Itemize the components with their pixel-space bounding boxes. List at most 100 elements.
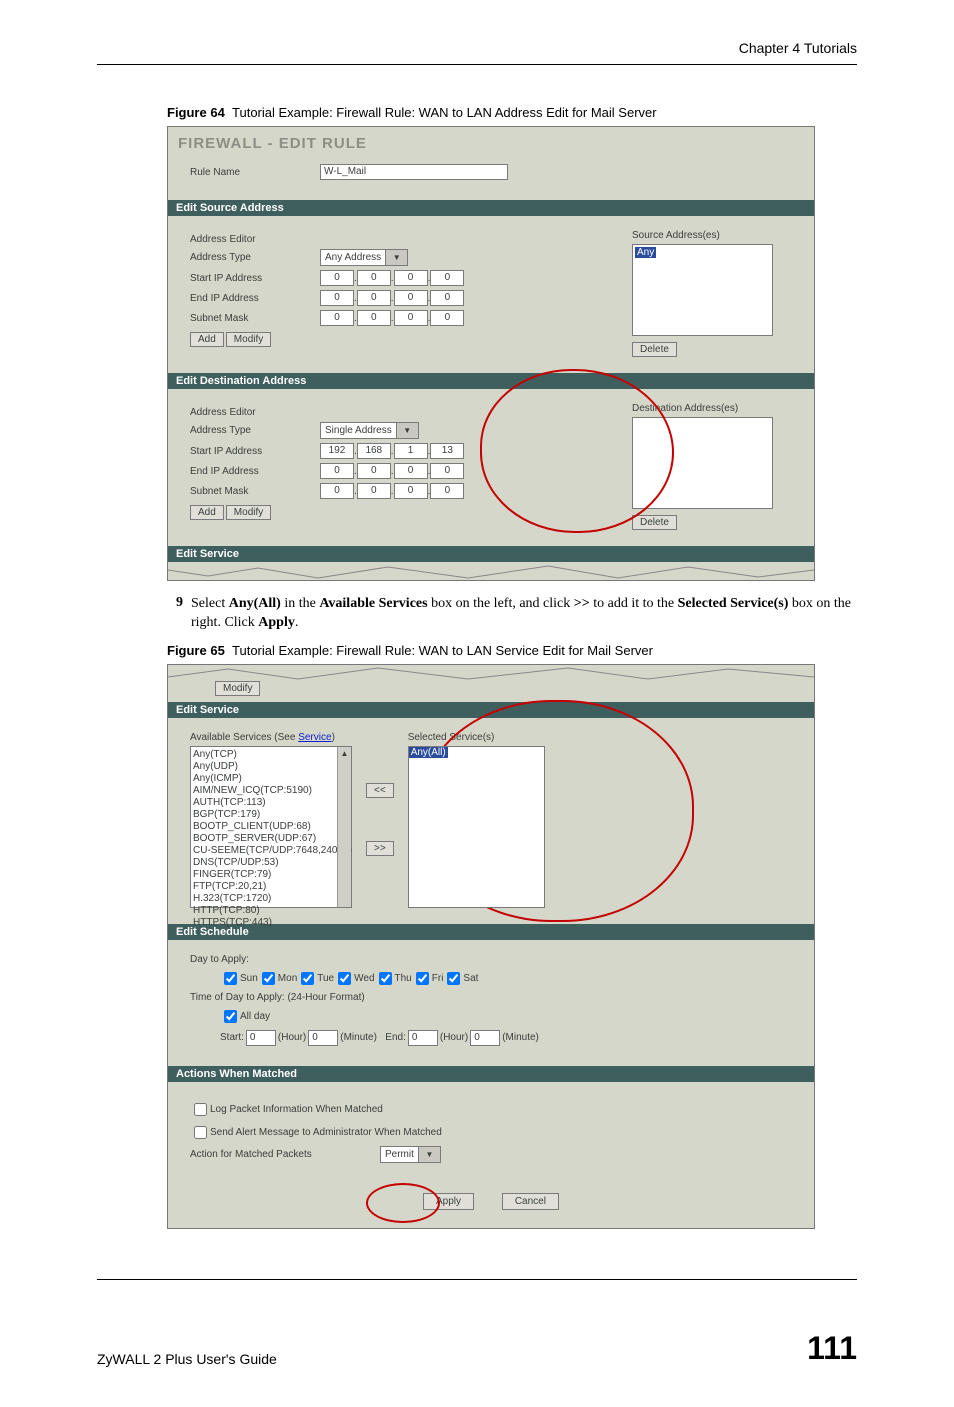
available-service-item[interactable]: H.323(TCP:1720) <box>193 893 337 905</box>
day-checkbox[interactable] <box>447 972 460 985</box>
day-label: Mon <box>278 973 297 984</box>
page-rule-bottom <box>97 1279 857 1280</box>
src-modify-button[interactable]: Modify <box>226 332 271 347</box>
avail-label: Available Services (See <box>190 732 298 743</box>
selected-services-list[interactable]: Any(All) <box>408 746 545 908</box>
available-service-item[interactable]: Any(TCP) <box>193 749 337 761</box>
figure65-screenshot: Modify Edit Service Available Services (… <box>167 664 815 1229</box>
dst-end-3[interactable]: 0 <box>394 463 428 479</box>
src-start-3[interactable]: 0 <box>394 270 428 286</box>
dst-mask-1[interactable]: 0 <box>320 483 354 499</box>
src-list-label: Source Address(es) <box>632 230 792 241</box>
start-hour[interactable]: 0 <box>246 1030 276 1046</box>
dst-mask-4[interactable]: 0 <box>430 483 464 499</box>
src-end-4[interactable]: 0 <box>430 290 464 306</box>
src-end-2[interactable]: 0 <box>357 290 391 306</box>
available-service-item[interactable]: HTTPS(TCP:443) <box>193 917 337 929</box>
src-add-button[interactable]: Add <box>190 332 224 347</box>
annotation-oval-dest <box>480 369 674 533</box>
available-service-item[interactable]: BOOTP_SERVER(UDP:67) <box>193 833 337 845</box>
dst-mask-2[interactable]: 0 <box>357 483 391 499</box>
dst-start-4[interactable]: 13 <box>430 443 464 459</box>
action-label: Action for Matched Packets <box>190 1149 380 1160</box>
src-start-label: Start IP Address <box>190 273 320 284</box>
src-end-1[interactable]: 0 <box>320 290 354 306</box>
src-list-item[interactable]: Any <box>635 247 656 258</box>
dst-start-3[interactable]: 1 <box>394 443 428 459</box>
src-type-select[interactable]: Any Address ▼ <box>320 249 408 266</box>
log-checkbox[interactable] <box>194 1103 207 1116</box>
dst-end-2[interactable]: 0 <box>357 463 391 479</box>
scrollbar-track[interactable] <box>337 761 351 907</box>
day-checkbox[interactable] <box>262 972 275 985</box>
dst-add-button[interactable]: Add <box>190 505 224 520</box>
service-link[interactable]: Service <box>298 732 331 743</box>
src-type-label: Address Type <box>190 252 320 263</box>
figure65-title: Tutorial Example: Firewall Rule: WAN to … <box>232 643 653 658</box>
src-type-value: Any Address <box>321 252 385 263</box>
dst-type-select[interactable]: Single Address ▼ <box>320 422 419 439</box>
dst-mask-3[interactable]: 0 <box>394 483 428 499</box>
page-number: 111 <box>807 1330 857 1367</box>
rule-name-input[interactable]: W-L_Mail <box>320 164 508 180</box>
dst-start-1[interactable]: 192 <box>320 443 354 459</box>
selected-item[interactable]: Any(All) <box>409 747 448 758</box>
day-checkbox[interactable] <box>224 972 237 985</box>
alert-checkbox[interactable] <box>194 1126 207 1139</box>
src-mask-2[interactable]: 0 <box>357 310 391 326</box>
day-checkbox[interactable] <box>416 972 429 985</box>
src-list[interactable]: Any <box>632 244 773 336</box>
remove-service-button[interactable]: << <box>366 783 394 798</box>
src-start-2[interactable]: 0 <box>357 270 391 286</box>
add-service-button[interactable]: >> <box>366 841 394 856</box>
minute-label-1: (Minute) <box>340 1032 377 1043</box>
figure65-caption: Figure 65 Tutorial Example: Firewall Rul… <box>167 643 857 658</box>
available-service-item[interactable]: BGP(TCP:179) <box>193 809 337 821</box>
src-mask-4[interactable]: 0 <box>430 310 464 326</box>
available-service-item[interactable]: Any(ICMP) <box>193 773 337 785</box>
dst-start-2[interactable]: 168 <box>357 443 391 459</box>
firewall-title: FIREWALL - EDIT RULE <box>178 135 814 152</box>
end-min[interactable]: 0 <box>470 1030 500 1046</box>
src-start-1[interactable]: 0 <box>320 270 354 286</box>
available-service-item[interactable]: FINGER(TCP:79) <box>193 869 337 881</box>
available-services-list[interactable]: ▲ Any(TCP)Any(UDP)Any(ICMP)AIM/NEW_ICQ(T… <box>190 746 352 908</box>
day-checkbox[interactable] <box>379 972 392 985</box>
figure65-label: Figure 65 <box>167 643 225 658</box>
start-min[interactable]: 0 <box>308 1030 338 1046</box>
dst-delete-button[interactable]: Delete <box>632 515 677 530</box>
scroll-up-icon[interactable]: ▲ <box>337 747 351 761</box>
available-service-item[interactable]: AUTH(TCP:113) <box>193 797 337 809</box>
allday-checkbox[interactable] <box>224 1010 237 1023</box>
dst-modify-button[interactable]: Modify <box>226 505 271 520</box>
day-checkbox[interactable] <box>301 972 314 985</box>
edit-source-bar: Edit Source Address <box>168 200 814 216</box>
available-service-item[interactable]: BOOTP_CLIENT(UDP:68) <box>193 821 337 833</box>
day-checkbox[interactable] <box>338 972 351 985</box>
figure64-label: Figure 64 <box>167 105 225 120</box>
available-service-item[interactable]: HTTP(TCP:80) <box>193 905 337 917</box>
dst-end-4[interactable]: 0 <box>430 463 464 479</box>
action-value: Permit <box>381 1149 418 1160</box>
src-start-4[interactable]: 0 <box>430 270 464 286</box>
src-delete-button[interactable]: Delete <box>632 342 677 357</box>
end-hour[interactable]: 0 <box>408 1030 438 1046</box>
dst-start-label: Start IP Address <box>190 446 320 457</box>
actions-bar: Actions When Matched <box>168 1066 814 1082</box>
dst-end-1[interactable]: 0 <box>320 463 354 479</box>
dst-mask-label: Subnet Mask <box>190 486 320 497</box>
src-mask-1[interactable]: 0 <box>320 310 354 326</box>
src-mask-3[interactable]: 0 <box>394 310 428 326</box>
available-service-item[interactable]: DNS(TCP/UDP:53) <box>193 857 337 869</box>
available-service-item[interactable]: FTP(TCP:20,21) <box>193 881 337 893</box>
action-select[interactable]: Permit ▼ <box>380 1146 441 1163</box>
chapter-header: Chapter 4 Tutorials <box>97 40 857 60</box>
dst-type-label: Address Type <box>190 425 320 436</box>
top-modify-button[interactable]: Modify <box>215 681 260 696</box>
available-service-item[interactable]: Any(UDP) <box>193 761 337 773</box>
dst-editor-label: Address Editor <box>190 407 320 418</box>
src-end-3[interactable]: 0 <box>394 290 428 306</box>
available-service-item[interactable]: AIM/NEW_ICQ(TCP:5190) <box>193 785 337 797</box>
cancel-button[interactable]: Cancel <box>502 1193 559 1210</box>
available-service-item[interactable]: CU-SEEME(TCP/UDP:7648,24032) <box>193 845 337 857</box>
